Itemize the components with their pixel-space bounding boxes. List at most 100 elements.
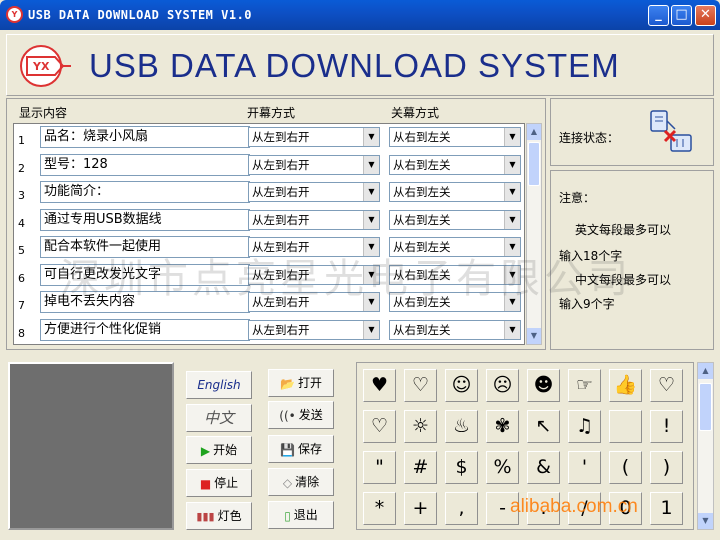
exit-label: 退出 [293,508,318,522]
symbol-key[interactable]: * [363,492,396,525]
table-row: 2 型号：128 从左到右开 ▼ 从右到左关 ▼ [14,152,526,179]
row-text-input[interactable]: 型号：128 [40,153,250,176]
signal-icon: ((• [279,408,296,423]
open-mode-select[interactable]: 从左到右开 ▼ [248,182,380,202]
close-mode-value: 从右到左关 [393,212,451,227]
open-mode-value: 从左到右开 [252,185,310,199]
scroll-thumb[interactable] [528,142,540,186]
smile-face-icon[interactable]: ☺ [445,369,478,402]
scroll-down-icon[interactable]: ▼ [527,328,541,344]
close-mode-value: 从右到左关 [393,185,451,199]
chevron-down-icon[interactable]: ▼ [504,320,520,339]
symbol-key[interactable]: # [404,451,437,484]
double-heart-icon[interactable]: ♡ [650,369,683,402]
close-mode-select[interactable]: 从右到左关 ▼ [389,127,521,147]
surprised-face-icon[interactable]: ☻ [527,369,560,402]
music-note-icon[interactable]: ♫ [568,410,601,443]
scroll-thumb[interactable] [699,383,712,431]
row-text-input[interactable]: 品名：烧录小风扇 [40,126,250,148]
thumbs-up-icon[interactable]: 👍 [609,369,642,402]
chevron-down-icon[interactable]: ▼ [363,210,379,229]
open-file-button[interactable]: 📂 打开 [268,369,334,397]
symbol-key[interactable]: + [404,492,437,525]
symbol-key[interactable]: ) [650,451,683,484]
row-text-input[interactable]: 方便进行个性化促销 [40,318,250,341]
save-label: 保存 [297,442,322,456]
minimize-button[interactable]: _ [648,5,669,26]
close-mode-value: 从右到左关 [393,157,451,172]
chevron-down-icon[interactable]: ▼ [363,320,379,339]
chevron-down-icon[interactable]: ▼ [363,128,379,146]
chevron-down-icon[interactable]: ▼ [504,183,520,201]
hand-point-icon[interactable]: ☞ [568,369,601,402]
exit-door-icon: ▯ [284,508,291,523]
title-bar[interactable]: Y USB DATA DOWNLOAD SYSTEM V1.0 _ □ ✕ [0,0,720,30]
english-button[interactable]: English [186,371,252,399]
teapot-icon[interactable]: ♨ [445,410,478,443]
send-button[interactable]: ((• 发送 [268,401,334,429]
heart-outline-icon[interactable]: ♡ [404,369,437,402]
chevron-down-icon[interactable]: ▼ [363,155,379,174]
play-icon: ▶ [200,443,211,458]
open-mode-select[interactable]: 从左到右开 ▼ [248,127,380,147]
clear-button[interactable]: ◇ 清除 [268,468,334,496]
scroll-down-icon[interactable]: ▼ [698,513,713,529]
lights-button[interactable]: ▮▮▮ 灯色 [186,502,252,530]
app-window: Y USB DATA DOWNLOAD SYSTEM V1.0 _ □ ✕ YX… [0,0,720,540]
open-mode-value: 从左到右开 [252,322,310,337]
symbol-exclamation[interactable]: ! [650,410,683,443]
row-number: 7 [18,299,25,312]
symbol-key[interactable]: $ [445,451,478,484]
open-mode-select[interactable]: 从左到右开 ▼ [248,319,380,340]
symbol-scrollbar[interactable]: ▲ ▼ [697,362,714,530]
chevron-down-icon[interactable]: ▼ [363,183,379,201]
table-row: 8 方便进行个性化促销 从左到右开 ▼ 从右到左关 ▼ [14,317,526,344]
symbol-key[interactable]: ( [609,451,642,484]
stop-button[interactable]: ■ 停止 [186,469,252,497]
symbol-key[interactable]: & [527,451,560,484]
sun-icon[interactable]: ☼ [404,410,437,443]
row-number: 4 [18,216,25,230]
symbol-key[interactable]: , [445,492,478,525]
cursor-arrow-icon[interactable]: ↖ [527,410,560,443]
row-text-input[interactable]: 功能简介： [40,181,250,203]
symbol-key[interactable]: 1 [650,492,683,525]
list-scrollbar[interactable]: ▲ ▼ [526,123,542,345]
close-mode-select[interactable]: 从右到左关 ▼ [389,154,521,175]
heart-filled-icon[interactable]: ♥ [363,369,396,402]
close-mode-select[interactable]: 从右到左关 ▼ [389,209,521,230]
apple-icon[interactable]: ♡ [363,410,396,443]
symbol-key[interactable]: ' [568,451,601,484]
butterfly-icon[interactable]: ✾ [486,410,519,443]
save-button[interactable]: 💾 保存 [268,435,334,463]
sad-face-icon[interactable]: ☹ [486,369,519,402]
table-row: 4 通过专用USB数据线 从左到右开 ▼ 从右到左关 ▼ [14,207,526,234]
close-mode-select[interactable]: 从右到左关 ▼ [389,319,521,340]
table-row: 1 品名：烧录小风扇 从左到右开 ▼ 从右到左关 ▼ [14,124,526,151]
start-button[interactable]: ▶ 开始 [186,436,252,464]
open-mode-select[interactable]: 从左到右开 ▼ [248,209,380,230]
scroll-up-icon[interactable]: ▲ [527,124,541,140]
chevron-down-icon[interactable]: ▼ [504,155,520,174]
maximize-button[interactable]: □ [671,5,692,26]
save-disk-icon: 💾 [280,442,295,457]
close-button[interactable]: ✕ [695,5,716,26]
row-number: 1 [18,134,25,147]
folder-open-icon: 📂 [280,376,295,391]
symbol-key[interactable]: % [486,451,519,484]
close-mode-select[interactable]: 从右到左关 ▼ [389,182,521,202]
column-header-open: 开幕方式 [247,106,296,120]
chevron-down-icon[interactable]: ▼ [504,210,520,229]
notes-title: 注意： [559,191,596,205]
exit-button[interactable]: ▯ 退出 [268,501,334,529]
row-text-input[interactable]: 通过专用USB数据线 [40,208,250,231]
symbol-key[interactable]: " [363,451,396,484]
blank-symbol[interactable] [609,410,642,443]
open-mode-select[interactable]: 从左到右开 ▼ [248,154,380,175]
table-row: 3 功能简介： 从左到右开 ▼ 从右到左关 ▼ [14,179,526,206]
scroll-up-icon[interactable]: ▲ [698,363,713,379]
column-header-close: 关幕方式 [391,106,440,120]
chinese-button[interactable]: 中文 [186,404,252,432]
connection-status-panel: 连接状态： [550,98,714,166]
chevron-down-icon[interactable]: ▼ [504,128,520,146]
